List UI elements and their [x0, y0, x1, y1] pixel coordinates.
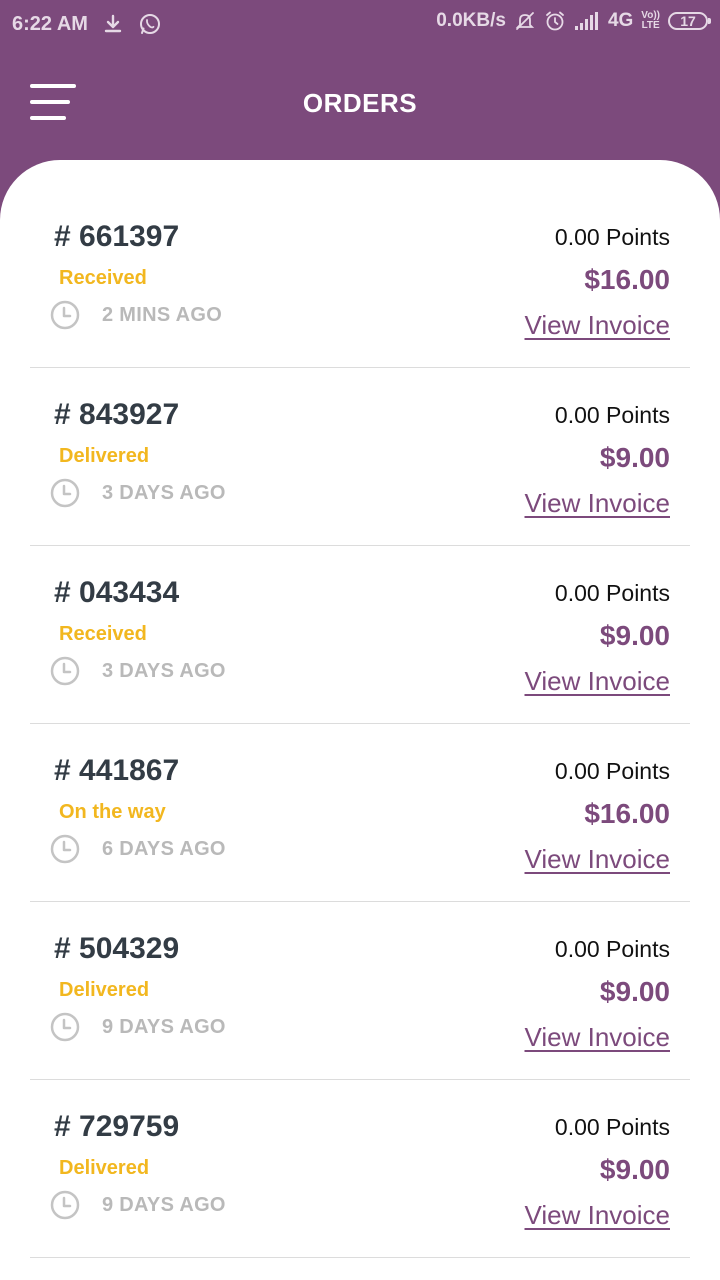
order-amount: $16.00 — [584, 798, 670, 829]
order-list: # 661397 Received 2 MINS AGO 0.00 Points… — [0, 160, 720, 1258]
order-time: 2 MINS AGO — [102, 303, 223, 326]
battery-icon: 17 — [668, 12, 711, 30]
order-id: # 843927 — [54, 398, 180, 431]
order-time-wrap: 6 DAYS AGO — [50, 834, 226, 864]
order-time: 9 DAYS AGO — [102, 1193, 226, 1216]
clock-icon — [50, 300, 80, 330]
order-row-inner: # 043434 Received 3 DAYS AGO 0.00 Points… — [30, 576, 690, 716]
view-invoice-link[interactable]: View Invoice — [525, 488, 671, 519]
order-amount: $9.00 — [599, 620, 670, 651]
order-time: 6 DAYS AGO — [102, 837, 226, 860]
order-time: 9 DAYS AGO — [102, 1015, 226, 1038]
order-time: 3 DAYS AGO — [102, 659, 226, 682]
download-icon — [102, 13, 124, 35]
order-status: Delivered — [59, 445, 150, 467]
status-time: 6:22 AM — [12, 12, 88, 35]
volte-indicator: Vo)) LTE — [641, 11, 660, 31]
status-bar-left: 6:22 AM — [12, 12, 162, 36]
clock-icon — [50, 1012, 80, 1042]
order-status: On the way — [59, 801, 166, 823]
order-row-inner: # 843927 Delivered 3 DAYS AGO 0.00 Point… — [30, 398, 690, 538]
order-amount: $9.00 — [599, 1154, 670, 1185]
battery-level: 17 — [680, 13, 696, 29]
order-row[interactable]: # 504329 Delivered 9 DAYS AGO 0.00 Point… — [30, 902, 690, 1080]
whatsapp-icon — [138, 12, 162, 36]
order-row[interactable]: # 843927 Delivered 3 DAYS AGO 0.00 Point… — [30, 368, 690, 546]
view-invoice-link[interactable]: View Invoice — [525, 310, 671, 341]
page-title: ORDERS — [302, 88, 418, 118]
status-bar: 6:22 AM 0.0KB/s 4G Vo)) LTE 17 — [0, 0, 720, 48]
mute-icon — [514, 10, 536, 32]
order-points: 0.00 Points — [554, 402, 670, 428]
view-invoice-link[interactable]: View Invoice — [525, 666, 671, 697]
order-amount: $9.00 — [599, 976, 670, 1007]
order-row-inner: # 441867 On the way 6 DAYS AGO 0.00 Poin… — [30, 754, 690, 894]
order-row-inner: # 661397 Received 2 MINS AGO 0.00 Points… — [30, 220, 690, 360]
order-time-wrap: 9 DAYS AGO — [50, 1012, 226, 1042]
order-points: 0.00 Points — [554, 1114, 670, 1140]
order-time-wrap: 9 DAYS AGO — [50, 1190, 226, 1220]
order-amount: $9.00 — [599, 442, 670, 473]
clock-icon — [50, 1190, 80, 1220]
network-speed: 0.0KB/s — [436, 10, 506, 31]
order-points: 0.00 Points — [554, 936, 670, 962]
order-row[interactable]: # 661397 Received 2 MINS AGO 0.00 Points… — [30, 160, 690, 368]
order-status: Received — [59, 267, 147, 289]
order-row[interactable]: # 729759 Delivered 9 DAYS AGO 0.00 Point… — [30, 1080, 690, 1258]
volte-bottom: LTE — [641, 20, 660, 31]
order-id: # 729759 — [54, 1110, 180, 1143]
order-points: 0.00 Points — [554, 224, 670, 250]
order-row[interactable]: # 043434 Received 3 DAYS AGO 0.00 Points… — [30, 546, 690, 724]
app-bar: ORDERS — [0, 48, 720, 160]
network-type: 4G — [607, 10, 634, 31]
clock-icon — [50, 834, 80, 864]
order-row[interactable]: # 441867 On the way 6 DAYS AGO 0.00 Poin… — [30, 724, 690, 902]
order-row-inner: # 729759 Delivered 9 DAYS AGO 0.00 Point… — [30, 1110, 690, 1250]
order-id: # 043434 — [54, 576, 180, 609]
view-invoice-link[interactable]: View Invoice — [525, 1022, 671, 1053]
order-id: # 504329 — [54, 932, 180, 965]
order-time-wrap: 2 MINS AGO — [50, 300, 222, 330]
order-time: 3 DAYS AGO — [102, 481, 226, 504]
clock-icon — [50, 656, 80, 686]
view-invoice-link[interactable]: View Invoice — [525, 844, 671, 875]
signal-icon — [574, 11, 600, 31]
order-status: Delivered — [59, 1157, 150, 1179]
order-time-wrap: 3 DAYS AGO — [50, 478, 226, 508]
orders-card: # 661397 Received 2 MINS AGO 0.00 Points… — [0, 160, 720, 1280]
order-status: Received — [59, 623, 147, 645]
order-id: # 661397 — [54, 220, 180, 253]
order-points: 0.00 Points — [554, 758, 670, 784]
order-status: Delivered — [59, 979, 150, 1001]
status-bar-right: 0.0KB/s 4G Vo)) LTE 17 — [436, 10, 711, 32]
order-amount: $16.00 — [584, 264, 670, 295]
view-invoice-link[interactable]: View Invoice — [525, 1200, 671, 1231]
order-row-inner: # 504329 Delivered 9 DAYS AGO 0.00 Point… — [30, 932, 690, 1072]
order-time-wrap: 3 DAYS AGO — [50, 656, 226, 686]
order-points: 0.00 Points — [554, 580, 670, 606]
clock-icon — [50, 478, 80, 508]
alarm-icon — [544, 10, 566, 32]
order-id: # 441867 — [54, 754, 180, 787]
